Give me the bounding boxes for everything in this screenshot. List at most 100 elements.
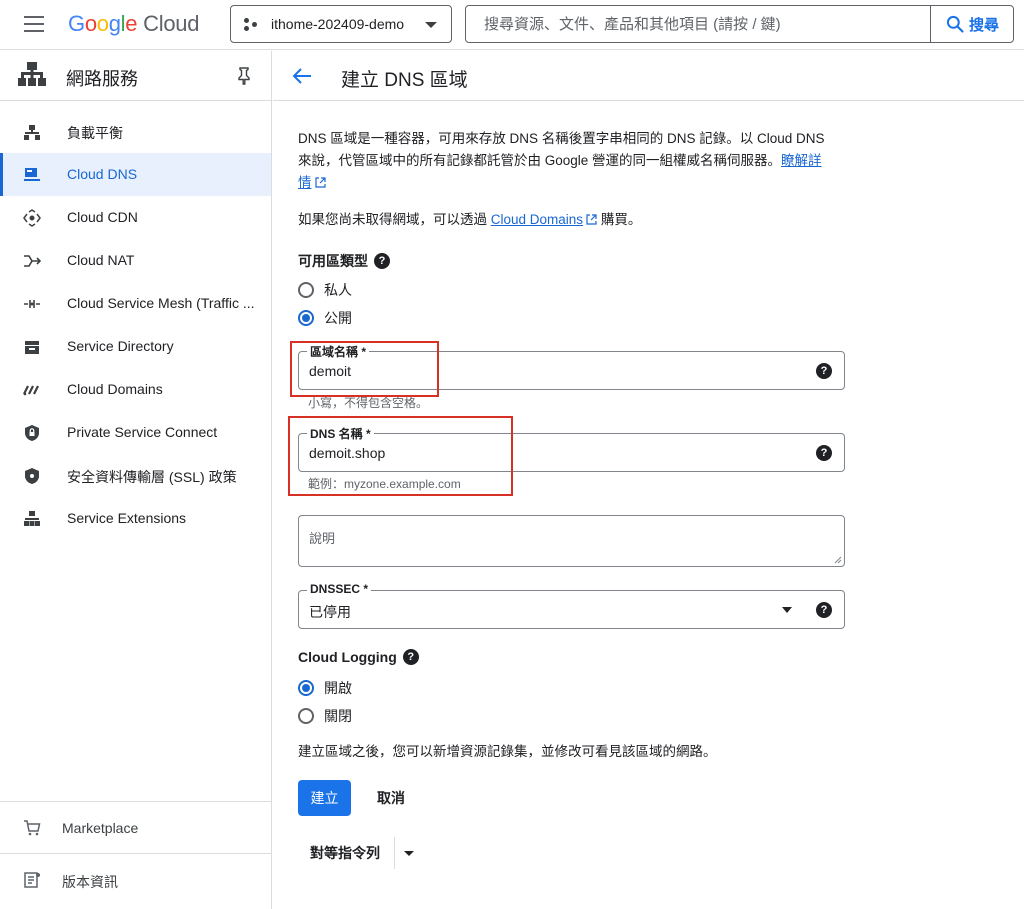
sidebar-item-service-mesh[interactable]: Cloud Service Mesh (Traffic ... [0, 282, 271, 325]
domains-suffix-text: 購買。 [597, 212, 642, 227]
private-service-connect-icon [25, 425, 39, 441]
search-bar: 搜尋 [465, 5, 1014, 43]
description-textarea[interactable]: 說明 [298, 515, 845, 567]
dns-icon [24, 168, 40, 181]
help-icon[interactable]: ? [816, 602, 832, 618]
radio-selected-icon [298, 310, 314, 326]
sidebar-item-label: Cloud DNS [67, 166, 138, 182]
dnssec-label: DNSSEC * [307, 582, 372, 596]
project-name: ithome-202409-demo [271, 16, 405, 32]
intro-text-2: 來說，代管區域中的所有記錄都託管於由 Google 營運的同一組權威名稱伺服器。 [298, 153, 782, 168]
search-button-label: 搜尋 [968, 16, 999, 34]
service-extensions-icon [24, 511, 40, 526]
cloud-logging-label-text: Cloud Logging [298, 649, 397, 665]
sidebar-item-label: Cloud NAT [67, 252, 135, 268]
search-button[interactable]: 搜尋 [930, 6, 1013, 42]
service-mesh-icon [24, 300, 40, 308]
cancel-button[interactable]: 取消 [377, 780, 405, 816]
logging-on-radio[interactable]: 開啟 [298, 678, 352, 698]
pin-icon[interactable] [236, 67, 252, 85]
sidebar-item-label: Service Directory [67, 338, 174, 354]
network-services-icon [18, 62, 46, 86]
sidebar-title: 網路服務 [66, 69, 138, 89]
radio-icon [298, 708, 314, 724]
radio-label: 關閉 [324, 708, 352, 724]
create-button[interactable]: 建立 [298, 780, 351, 816]
domains-text: 如果您尚未取得網域，可以透過 [298, 212, 491, 227]
external-link-icon [314, 177, 326, 188]
help-icon[interactable]: ? [402, 649, 419, 665]
sidebar-item-service-directory[interactable]: Service Directory [0, 325, 271, 368]
logging-off-radio[interactable]: 關閉 [298, 706, 352, 726]
cloud-domains-link[interactable]: Cloud Domains [491, 212, 583, 227]
radio-selected-icon [298, 680, 314, 696]
chevron-down-icon [425, 22, 437, 28]
page-header: 建立 DNS 區域 [273, 51, 1024, 101]
dropdown-arrow-icon [782, 607, 792, 613]
sidebar-item-release-notes[interactable]: 版本資訊 [0, 853, 271, 905]
sidebar-item-label: 安全資料傳輸層 (SSL) 政策 [67, 469, 237, 485]
external-link-icon [586, 214, 597, 225]
sidebar-item-marketplace[interactable]: Marketplace [0, 801, 271, 853]
project-icon [244, 18, 258, 32]
dropdown-arrow-icon[interactable] [395, 850, 423, 856]
sidebar-item-label: Cloud CDN [67, 209, 138, 225]
domains-icon [23, 385, 39, 396]
google-cloud-logo[interactable]: Google Cloud [68, 11, 199, 37]
sidebar: 網路服務 負載平衡 Cloud DNS Cloud CDN Cloud NAT … [0, 51, 272, 909]
sidebar-item-label: Private Service Connect [67, 424, 218, 440]
dnssec-value: 已停用 [309, 604, 351, 620]
zone-type-label-text: 可用區類型 [298, 253, 368, 269]
sidebar-item-label: Marketplace [62, 820, 139, 836]
sidebar-item-ssl-policies[interactable]: 安全資料傳輸層 (SSL) 政策 [0, 454, 271, 497]
release-notes-icon [24, 872, 40, 888]
equivalent-command-line-label[interactable]: 對等指令列 [298, 843, 394, 863]
sidebar-item-cloud-domains[interactable]: Cloud Domains [0, 368, 271, 411]
help-icon[interactable]: ? [816, 363, 832, 379]
zone-type-private-radio[interactable]: 私人 [298, 280, 352, 300]
back-arrow-icon[interactable] [291, 65, 313, 87]
top-bar: Google Cloud ithome-202409-demo 搜尋 [0, 0, 1024, 50]
service-directory-icon [25, 341, 39, 354]
dnssec-select[interactable]: DNSSEC * 已停用 ? [298, 582, 845, 629]
page-title: 建立 DNS 區域 [341, 70, 468, 91]
sidebar-header: 網路服務 [0, 51, 271, 101]
load-balancing-icon [24, 125, 40, 140]
nat-icon [24, 255, 41, 267]
sidebar-item-label: Cloud Service Mesh (Traffic ... [67, 295, 255, 311]
main-menu-icon[interactable] [24, 16, 44, 32]
help-icon[interactable]: ? [374, 253, 390, 269]
highlight-box-zone-name [290, 341, 439, 397]
sidebar-item-cloud-nat[interactable]: Cloud NAT [0, 239, 271, 282]
equivalent-command-line-button: 對等指令列 [298, 835, 423, 871]
cloud-logging-label: Cloud Logging ? [298, 649, 419, 665]
sidebar-item-label: Service Extensions [67, 510, 187, 526]
intro-paragraph: DNS 區域是一種容器，可用來存放 DNS 名稱後置字串相同的 DNS 記錄。以… [298, 128, 843, 194]
cdn-icon [23, 209, 41, 227]
resize-handle-icon[interactable] [834, 556, 842, 564]
domains-paragraph: 如果您尚未取得網域，可以透過 Cloud Domains 購買。 [298, 209, 843, 231]
search-icon [946, 15, 964, 33]
sidebar-item-cloud-cdn[interactable]: Cloud CDN [0, 196, 271, 239]
sidebar-item-label: 負載平衡 [67, 125, 123, 141]
search-input[interactable] [466, 6, 931, 42]
radio-label: 開啟 [324, 680, 352, 696]
help-icon[interactable]: ? [816, 445, 832, 461]
sidebar-item-private-service-connect[interactable]: Private Service Connect [0, 411, 271, 454]
ssl-policy-icon [25, 468, 39, 484]
zone-type-label: 可用區類型 ? [298, 251, 390, 271]
intro-text-1: DNS 區域是一種容器，可用來存放 DNS 名稱後置字串相同的 DNS 記錄。以… [298, 131, 825, 146]
footer-note: 建立區域之後，您可以新增資源記錄集，並修改可看見該區域的網路。 [298, 744, 717, 759]
project-picker[interactable]: ithome-202409-demo [230, 5, 452, 43]
radio-label: 公開 [324, 310, 352, 326]
sidebar-item-label: Cloud Domains [67, 381, 163, 397]
sidebar-item-label: 版本資訊 [62, 874, 118, 890]
description-placeholder: 說明 [309, 531, 336, 546]
highlight-box-dns-name [288, 416, 513, 496]
marketplace-cart-icon [24, 820, 41, 836]
sidebar-item-service-extensions[interactable]: Service Extensions [0, 497, 271, 540]
sidebar-item-load-balancing[interactable]: 負載平衡 [0, 110, 271, 153]
sidebar-item-cloud-dns[interactable]: Cloud DNS [0, 153, 271, 196]
zone-type-public-radio[interactable]: 公開 [298, 308, 352, 328]
radio-label: 私人 [324, 282, 352, 298]
